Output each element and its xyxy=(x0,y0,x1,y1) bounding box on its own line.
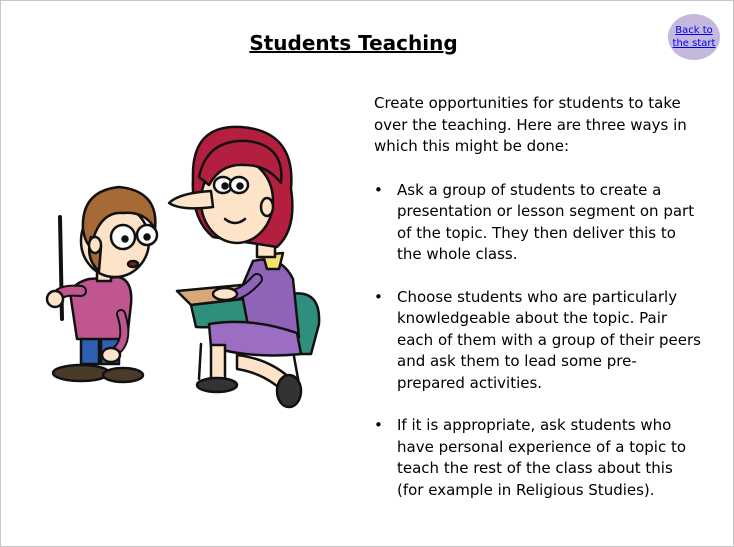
page-title: Students Teaching xyxy=(249,31,458,55)
intro-text: Create opportunities for students to tak… xyxy=(374,94,687,155)
list-item: Choose students who are particularly kno… xyxy=(374,287,704,395)
cartoon-student-teaching-icon xyxy=(45,125,321,409)
back-link-line-1: Back to xyxy=(675,25,713,36)
content-area: Create opportunities for students to tak… xyxy=(374,93,704,522)
back-to-start-button[interactable]: Back to the start xyxy=(668,14,720,60)
slide: Students Teaching Back to the start Crea… xyxy=(0,0,734,547)
ways-list: Ask a group of students to create a pres… xyxy=(374,180,704,502)
list-item: Ask a group of students to create a pres… xyxy=(374,180,704,266)
back-link-line-2: the start xyxy=(672,38,716,49)
back-to-start-label: Back to the start xyxy=(673,24,716,50)
list-item: If it is appropriate, ask students who h… xyxy=(374,415,704,501)
